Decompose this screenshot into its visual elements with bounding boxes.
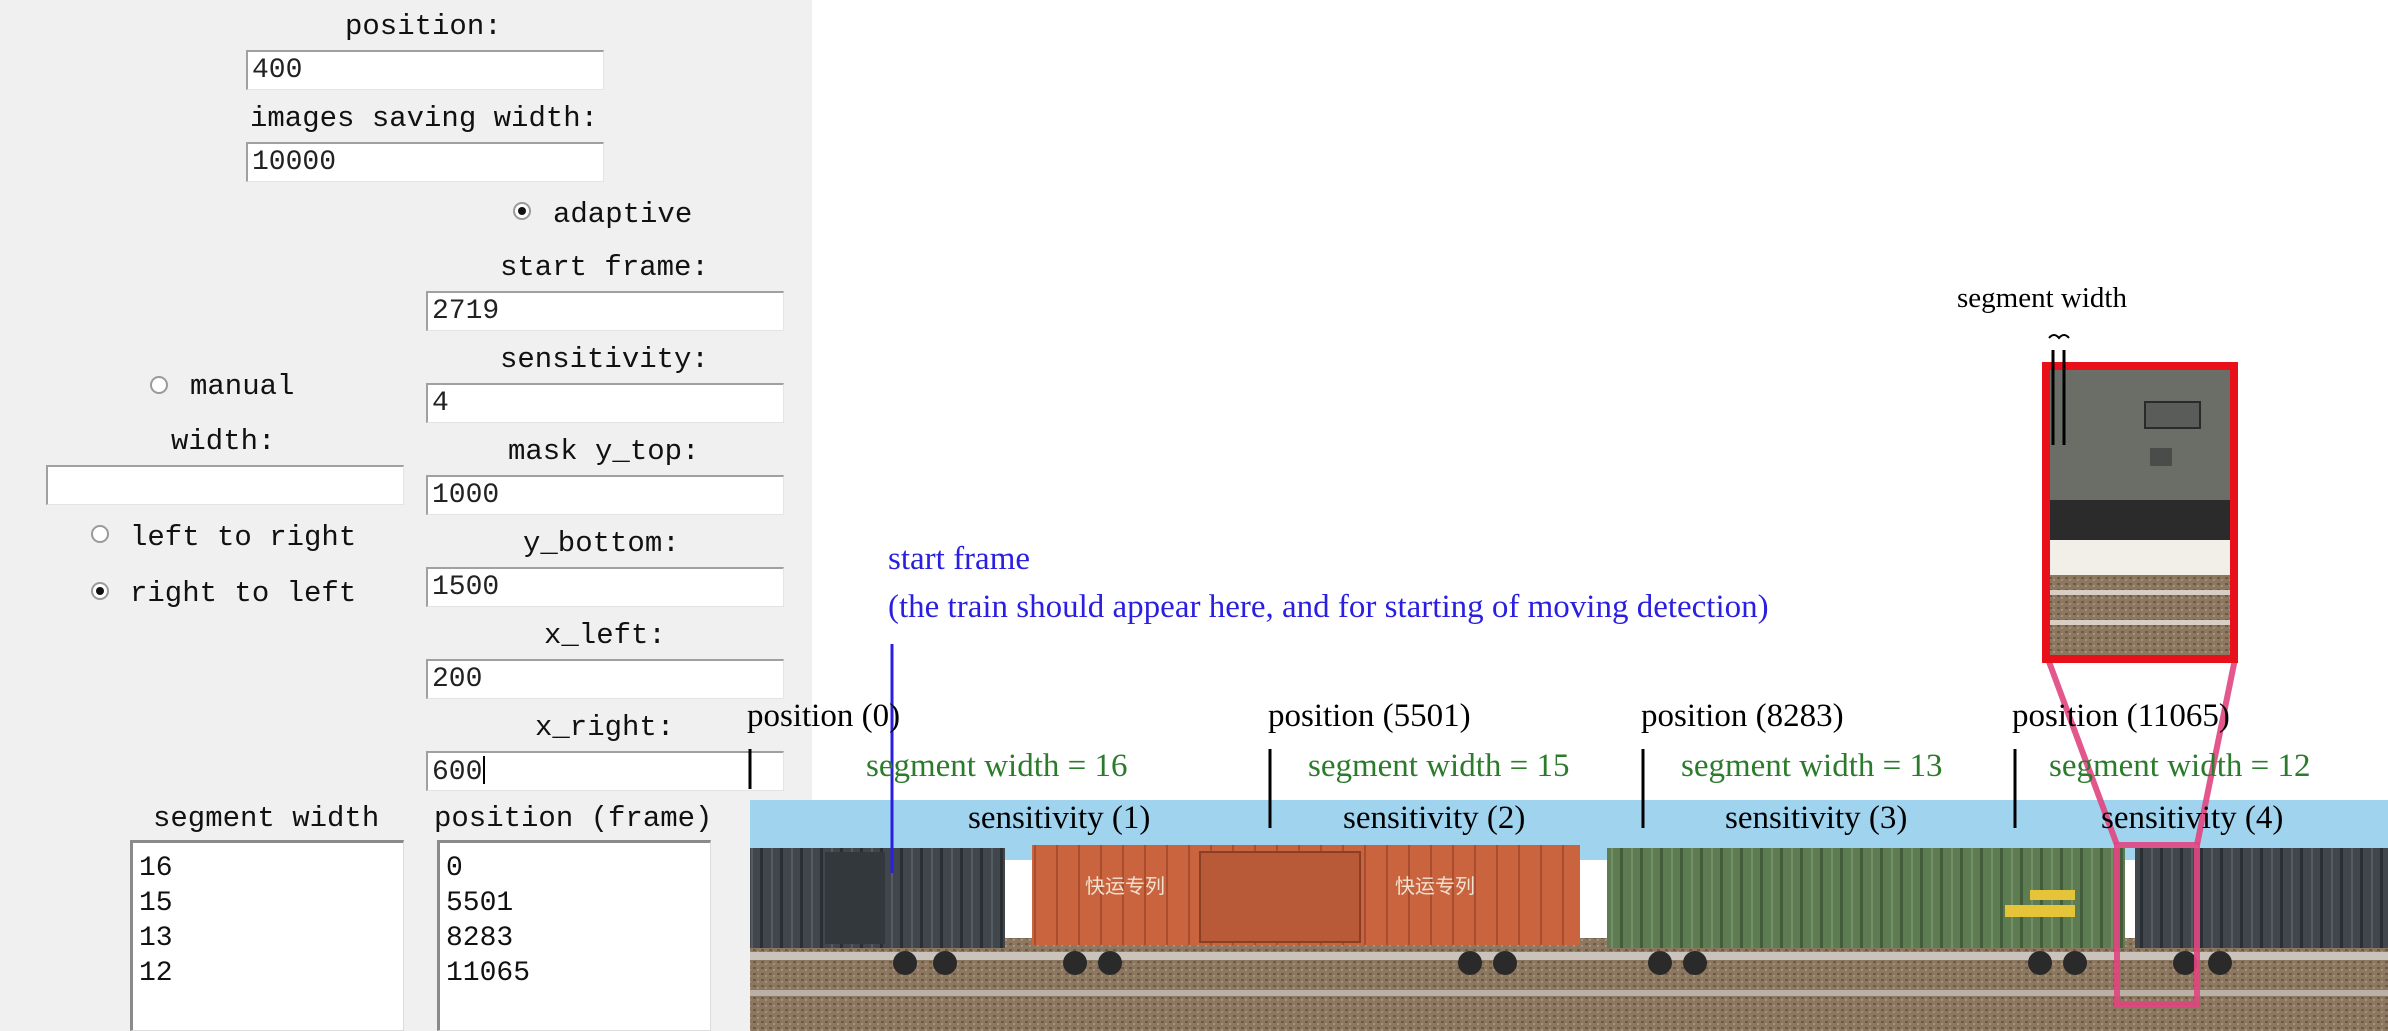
cargo-marking <box>2005 905 2075 917</box>
car-door <box>825 852 885 944</box>
sensitivity-label-4: sensitivity (4) <box>2101 800 2284 836</box>
sensitivity-label-2: sensitivity (2) <box>1343 800 1526 836</box>
car-lettering: 快运专列 <box>1395 874 1475 898</box>
sensitivity-label-3: sensitivity (3) <box>1725 800 1908 836</box>
segment-width-label-0: segment width = 16 <box>866 748 1128 784</box>
position-label-1: position (5501) <box>1268 698 1471 734</box>
start-frame-note: (the train should appear here, and for s… <box>888 589 1769 625</box>
freight-car-dark <box>2135 848 2388 948</box>
ground <box>750 938 2388 1031</box>
zoom-inset <box>2042 362 2238 663</box>
car-door <box>1199 851 1361 943</box>
rail-lower <box>750 990 2388 996</box>
position-label-3: position (11065) <box>2012 698 2230 734</box>
segment-width-label-3: segment width = 12 <box>2049 748 2311 784</box>
segment-width-label-1: segment width = 15 <box>1308 748 1570 784</box>
segment-width-top-label: segment width <box>1957 282 2127 314</box>
train-diagram: 快运专列 快运专列 <box>748 334 2388 1031</box>
start-frame-title: start frame <box>888 541 1031 577</box>
car-lettering: 快运专列 <box>1085 874 1165 898</box>
sensitivity-label-1: sensitivity (1) <box>968 800 1151 836</box>
position-label-2: position (8283) <box>1641 698 1844 734</box>
cargo-marking <box>2030 890 2075 900</box>
position-label-0: position (0) <box>747 698 901 734</box>
rail <box>750 952 2388 960</box>
segment-width-label-2: segment width = 13 <box>1681 748 1943 784</box>
